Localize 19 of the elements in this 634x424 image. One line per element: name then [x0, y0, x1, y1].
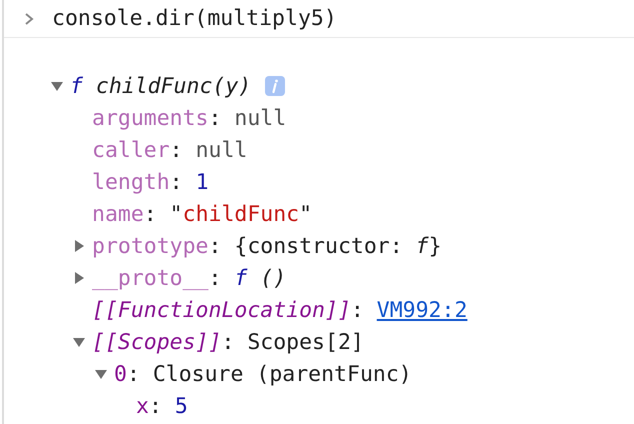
disclosure-triangle-icon[interactable]	[72, 335, 86, 349]
disclosure-triangle-icon[interactable]	[72, 271, 86, 285]
property-line: [[FunctionLocation]]: VM992:2	[92, 298, 468, 322]
property-line: [[Scopes]]: Scopes[2]	[92, 330, 364, 354]
property-line: 0: Closure (parentFunc)	[114, 362, 412, 386]
property-line: length: 1	[92, 170, 209, 194]
property-line: __proto__: f ()	[92, 266, 286, 290]
property-line: f childFunc(y)	[70, 74, 252, 98]
console-command: console.dir(multiply5)	[52, 6, 337, 31]
disclosure-triangle-icon[interactable]	[72, 239, 86, 253]
disclosure-triangle-icon[interactable]	[50, 79, 64, 93]
prompt-chevron-icon	[24, 12, 34, 26]
source-link[interactable]: VM992:2	[376, 298, 468, 322]
property-line: name: "childFunc"	[92, 202, 312, 226]
property-line: arguments: null	[92, 106, 286, 130]
property-line: prototype: {constructor: f}	[92, 234, 442, 258]
property-line: caller: null	[92, 138, 248, 162]
disclosure-triangle-icon[interactable]	[94, 367, 108, 381]
property-line: x: 5	[136, 394, 188, 418]
